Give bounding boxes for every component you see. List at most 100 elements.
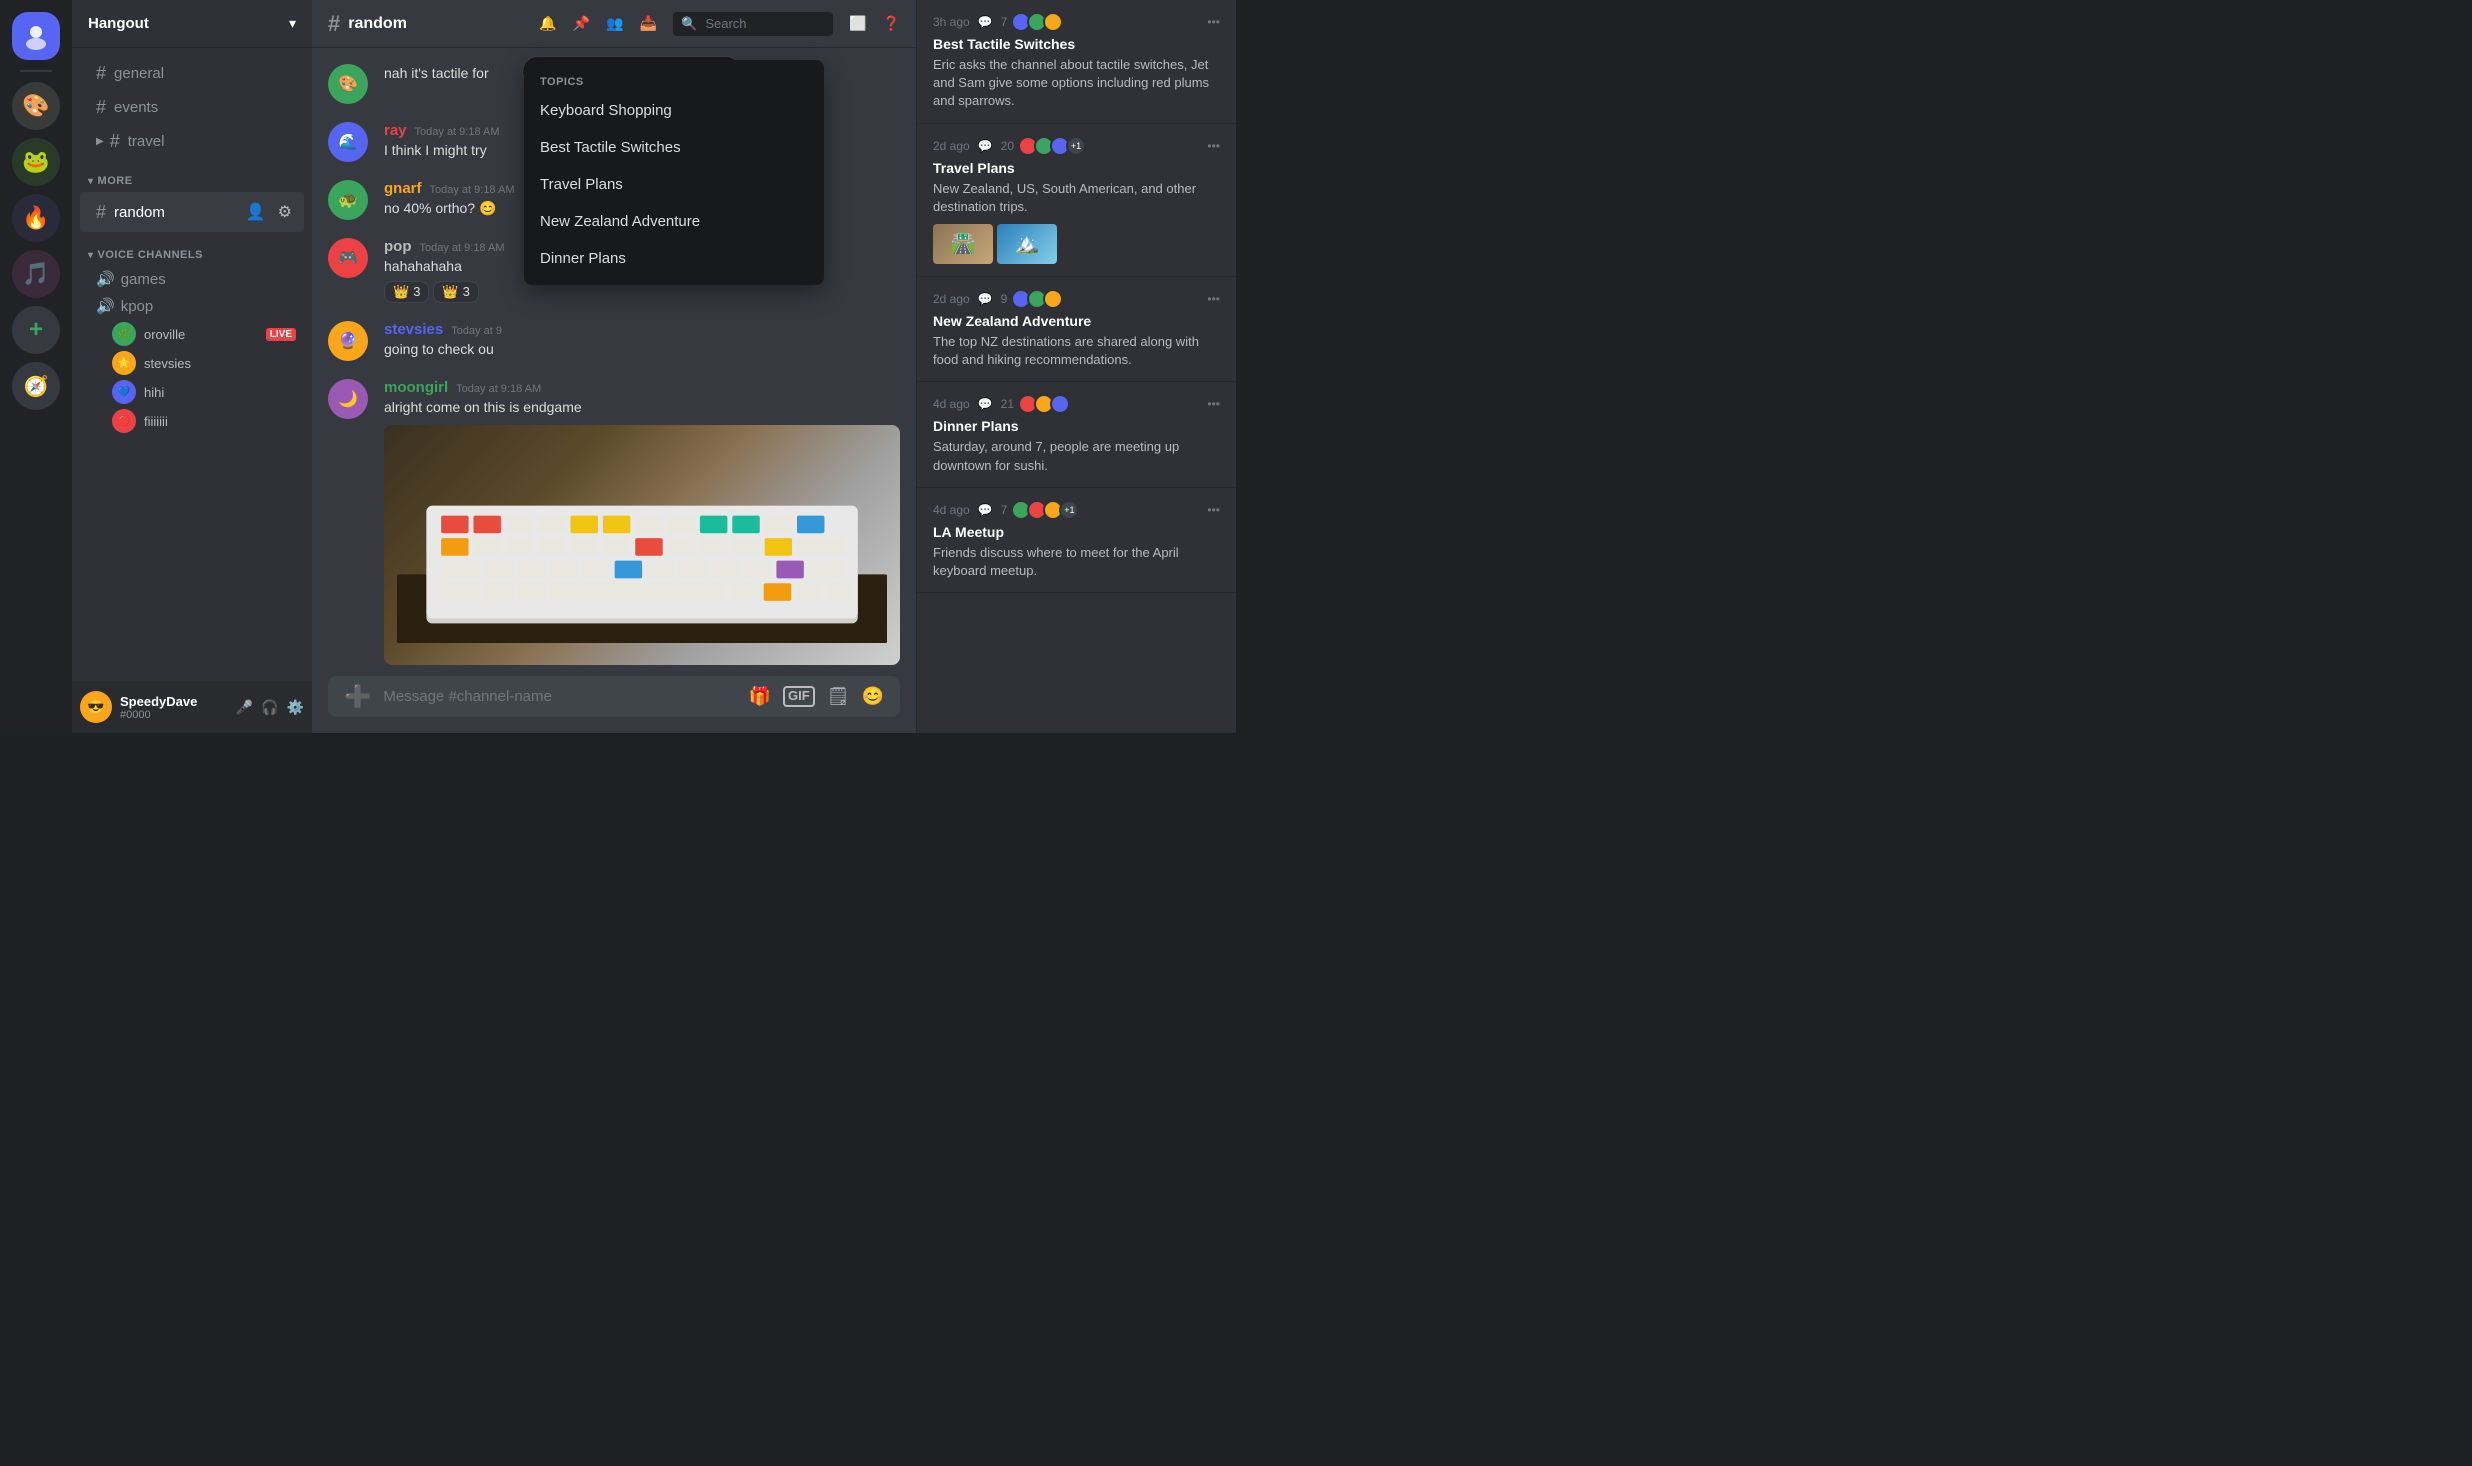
server-name: Hangout <box>88 15 149 32</box>
reaction-crown-2[interactable]: 👑 3 <box>433 281 478 303</box>
thread-title: LA Meetup <box>933 524 1220 540</box>
header-icons: 🔔 📌 👥 📥 🔍 Search ⬜ ❓ <box>539 12 900 36</box>
more-icon[interactable]: ••• <box>1207 15 1220 29</box>
gif-icon[interactable]: GIF <box>783 686 815 707</box>
user-controls: 🎤 🎧 ⚙️ <box>236 699 304 716</box>
gift-icon[interactable]: 🎁 <box>749 686 771 707</box>
reaction-crown-1[interactable]: 👑 3 <box>384 281 429 303</box>
pin-icon[interactable]: 📌 <box>573 15 590 32</box>
topic-item-best-tactile[interactable]: Best Tactile Switches <box>524 129 824 166</box>
headset-icon[interactable]: 🎧 <box>261 699 278 716</box>
layout-icon[interactable]: ⬜ <box>849 15 866 32</box>
emoji-icon[interactable]: 😊 <box>862 686 884 707</box>
thread-meta: 4d ago 💬 7 +1 ••• <box>933 500 1220 520</box>
thread-time: 3h ago <box>933 15 970 29</box>
thread-meta: 3h ago 💬 7 ••• <box>933 12 1220 32</box>
chat-input-container: ➕ 🎁 GIF 🗒 😊 <box>328 676 900 717</box>
explore-servers-button[interactable]: 🧭 <box>12 362 60 410</box>
add-member-icon[interactable]: 👤 <box>242 198 270 226</box>
more-icon[interactable]: ••• <box>1207 292 1220 306</box>
bell-icon[interactable]: 🔔 <box>539 15 556 32</box>
topic-item-nz-adventure[interactable]: New Zealand Adventure <box>524 203 824 240</box>
user-avatar: 😎 <box>80 691 112 723</box>
user-panel: 😎 SpeedyDave #0000 🎤 🎧 ⚙️ <box>72 681 312 733</box>
mic-icon[interactable]: 🎤 <box>236 699 253 716</box>
message-text-moongirl: alright come on this is endgame <box>384 398 900 418</box>
avatar: 🎨 <box>328 64 368 104</box>
channel-item-random[interactable]: # random 👤 ⚙ <box>80 192 304 232</box>
author-stevsies: stevsies <box>384 321 443 338</box>
message-time: Today at 9:18 AM <box>456 383 541 395</box>
thread-item-dinner-plans[interactable]: 4d ago 💬 21 ••• Dinner Plans Saturday, a… <box>917 382 1236 487</box>
extra-count-badge: +1 <box>1066 136 1086 156</box>
channel-item-general[interactable]: # general <box>80 57 304 90</box>
more-icon[interactable]: ••• <box>1207 503 1220 517</box>
channel-header-name: random <box>348 15 407 33</box>
members-icon[interactable]: 👥 <box>606 15 623 32</box>
avatar-moongirl: 🌙 <box>328 379 368 419</box>
server-divider <box>20 70 52 72</box>
thread-item-la-meetup[interactable]: 4d ago 💬 7 +1 ••• LA Meetup Friends disc… <box>917 488 1236 593</box>
thread-desc: Friends discuss where to meet for the Ap… <box>933 544 1220 580</box>
thread-time: 4d ago <box>933 503 970 517</box>
author-pop: pop <box>384 238 412 255</box>
thread-image-mountain: 🏔️ <box>997 224 1057 264</box>
topic-item-travel-plans[interactable]: Travel Plans <box>524 166 824 203</box>
hash-icon: # <box>110 131 120 152</box>
server-icon-hangout[interactable] <box>12 12 60 60</box>
voice-channel-kpop[interactable]: 🔊 kpop <box>80 293 304 319</box>
thread-meta: 4d ago 💬 21 ••• <box>933 394 1220 414</box>
voice-channel-games[interactable]: 🔊 games <box>80 266 304 292</box>
server-icon-s4[interactable]: 🔥 <box>12 194 60 242</box>
server-icon-s5[interactable]: 🎵 <box>12 250 60 298</box>
topics-section-label: TOPICS <box>524 68 824 92</box>
thread-time: 4d ago <box>933 397 970 411</box>
server-icon-s3[interactable]: 🐸 <box>12 138 60 186</box>
thread-title: New Zealand Adventure <box>933 313 1220 329</box>
topic-item-keyboard-shopping[interactable]: Keyboard Shopping <box>524 92 824 129</box>
thread-desc: Saturday, around 7, people are meeting u… <box>933 438 1220 474</box>
add-server-button[interactable]: + <box>12 306 60 354</box>
settings-icon[interactable]: ⚙️ <box>287 699 304 716</box>
avatar <box>1043 289 1063 309</box>
channel-item-events[interactable]: # events <box>80 91 304 124</box>
avatar-fiiiiiii: 🔴 <box>112 409 136 433</box>
chat-input[interactable] <box>383 676 736 717</box>
author-ray: ray <box>384 122 407 139</box>
user-info: SpeedyDave #0000 <box>120 694 228 721</box>
inbox-icon[interactable]: 📥 <box>640 15 657 32</box>
message-header: stevsies Today at 9 <box>384 321 900 338</box>
message-time: Today at 9:18 AM <box>430 184 515 196</box>
thread-item-travel-plans[interactable]: 2d ago 💬 20 +1 ••• Travel Plans New Zeal… <box>917 124 1236 277</box>
hash-icon: # <box>96 63 106 84</box>
voice-channel-name: games <box>121 271 166 288</box>
voice-user-hihi[interactable]: 💙 hihi <box>80 378 304 406</box>
voice-channel-name: kpop <box>121 298 154 315</box>
channel-name-random: random <box>114 204 165 221</box>
chevron-right-icon: ▶ <box>96 136 104 147</box>
topic-item-dinner-plans[interactable]: Dinner Plans <box>524 240 824 277</box>
search-bar[interactable]: 🔍 Search <box>673 12 833 36</box>
server-header[interactable]: Hangout ▾ <box>72 0 312 48</box>
message-time: Today at 9:18 AM <box>420 242 505 254</box>
sticker-icon[interactable]: 🗒 <box>827 686 850 707</box>
add-content-icon[interactable]: ➕ <box>344 684 371 710</box>
more-icon[interactable]: ••• <box>1207 139 1220 153</box>
username: SpeedyDave <box>120 694 228 709</box>
thread-item-nz-adventure[interactable]: 2d ago 💬 9 ••• New Zealand Adventure The… <box>917 277 1236 382</box>
server-icon-s2[interactable]: 🎨 <box>12 82 60 130</box>
help-icon[interactable]: ❓ <box>883 15 900 32</box>
voice-user-oroville[interactable]: 🌿 oroville LIVE <box>80 320 304 348</box>
channel-item-travel[interactable]: ▶ # travel <box>80 125 304 158</box>
avatar-stevsies: 🔮 <box>328 321 368 361</box>
topic-dropdown: TOPICS Keyboard Shopping Best Tactile Sw… <box>524 60 824 285</box>
avatar-pop: 🎮 <box>328 238 368 278</box>
voice-user-fiiiiiii[interactable]: 🔴 fiiiiiii <box>80 407 304 435</box>
voice-user-stevsies[interactable]: ⭐ stevsies <box>80 349 304 377</box>
settings-icon[interactable]: ⚙ <box>274 198 296 226</box>
avatar <box>1050 394 1070 414</box>
server-header-chevron-icon: ▾ <box>289 15 296 32</box>
thread-item-best-tactile[interactable]: 3h ago 💬 7 ••• Best Tactile Switches Eri… <box>917 0 1236 124</box>
comment-icon: 💬 <box>978 503 993 517</box>
more-icon[interactable]: ••• <box>1207 397 1220 411</box>
